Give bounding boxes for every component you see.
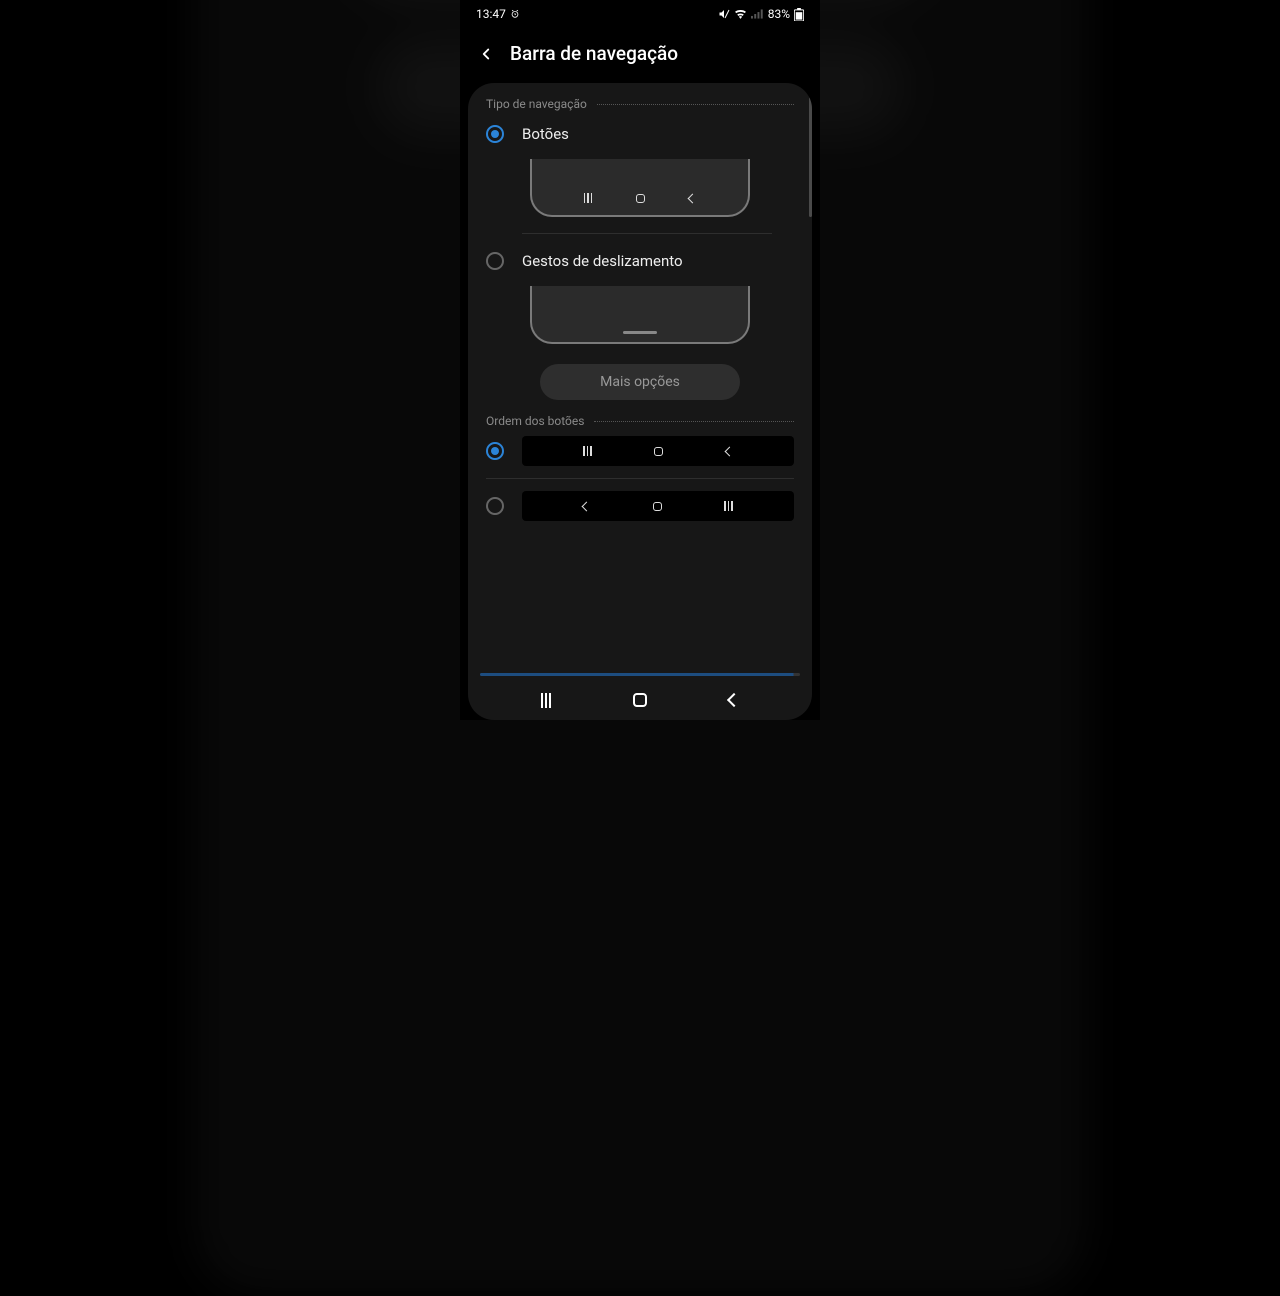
back-icon bbox=[726, 448, 733, 455]
preview-gestures bbox=[530, 286, 750, 344]
battery-percent: 83% bbox=[768, 7, 790, 21]
back-button[interactable] bbox=[476, 44, 496, 64]
status-bar: 13:47 83% bbox=[460, 0, 820, 28]
recents-icon bbox=[724, 501, 733, 511]
gesture-indicator bbox=[623, 331, 657, 334]
wifi-icon bbox=[734, 9, 747, 19]
radio-gestures[interactable] bbox=[486, 252, 504, 270]
chevron-left-icon bbox=[477, 45, 495, 63]
more-options-button[interactable]: Mais opções bbox=[540, 364, 740, 400]
recents-icon bbox=[583, 446, 592, 456]
system-recents-button[interactable] bbox=[541, 693, 551, 708]
option-gestures-label: Gestos de deslizamento bbox=[522, 252, 683, 270]
system-back-button[interactable] bbox=[729, 695, 739, 705]
radio-order-2[interactable] bbox=[486, 497, 504, 515]
system-nav-bar bbox=[460, 680, 820, 720]
divider bbox=[486, 478, 794, 479]
alarm-icon bbox=[510, 9, 520, 19]
option-buttons-label: Botões bbox=[522, 125, 569, 143]
order-preview-2 bbox=[522, 491, 794, 521]
divider bbox=[522, 233, 772, 234]
section-nav-type-label: Tipo de navegação bbox=[486, 97, 587, 111]
home-icon bbox=[636, 194, 645, 203]
order-option-1[interactable] bbox=[468, 428, 812, 474]
scrollbar[interactable] bbox=[809, 97, 812, 217]
divider-dotted bbox=[594, 421, 794, 422]
back-icon bbox=[583, 503, 590, 510]
back-icon bbox=[689, 195, 696, 202]
home-icon bbox=[653, 502, 662, 511]
video-progress[interactable] bbox=[480, 673, 800, 676]
page-header: Barra de navegação bbox=[460, 28, 820, 83]
option-gestures[interactable]: Gestos de deslizamento bbox=[468, 238, 812, 280]
option-buttons[interactable]: Botões bbox=[468, 111, 812, 153]
battery-icon bbox=[794, 8, 804, 21]
radio-buttons[interactable] bbox=[486, 125, 504, 143]
order-option-2[interactable] bbox=[468, 483, 812, 529]
status-time: 13:47 bbox=[476, 7, 506, 21]
home-icon bbox=[654, 447, 663, 456]
signal-icon bbox=[751, 9, 764, 19]
section-button-order-label: Ordem dos botões bbox=[486, 414, 584, 428]
order-preview-1 bbox=[522, 436, 794, 466]
preview-buttons bbox=[530, 159, 750, 217]
phone-screen: 13:47 83% Barra de navegação Tipo de nav… bbox=[460, 0, 820, 720]
page-title: Barra de navegação bbox=[510, 42, 678, 65]
settings-card: Tipo de navegação Botões Gestos de desli… bbox=[468, 83, 812, 720]
system-home-button[interactable] bbox=[633, 693, 647, 707]
mute-icon bbox=[718, 8, 730, 20]
recents-icon bbox=[584, 193, 593, 203]
radio-order-1[interactable] bbox=[486, 442, 504, 460]
divider-dotted bbox=[597, 104, 794, 105]
